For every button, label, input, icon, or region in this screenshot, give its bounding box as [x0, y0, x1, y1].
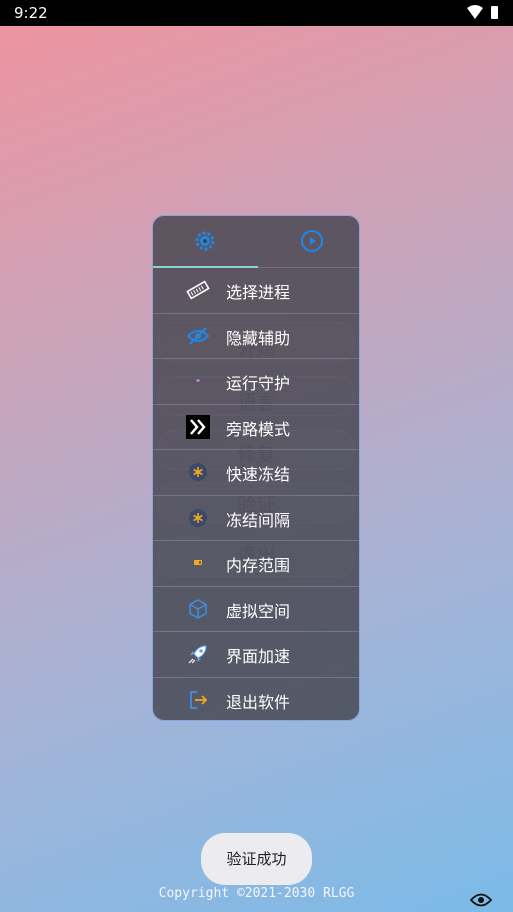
menu-item-freeze-interval[interactable]: 冻结间隔 — [153, 496, 359, 541]
copyright-text: Copyright ©2021-2030 RLGG — [158, 886, 355, 901]
wifi-icon — [467, 5, 483, 19]
menu-item-bypass-mode[interactable]: 旁路模式 — [153, 405, 359, 450]
menu-item-quick-freeze[interactable]: 快速冻结 — [153, 450, 359, 496]
eye-off-icon — [186, 326, 210, 345]
cube-icon — [189, 598, 207, 619]
menu-item-label: 内存范围 — [226, 556, 291, 575]
menu-item-label: 界面加速 — [226, 647, 291, 666]
floating-menu-panel: 选择进程 隐藏辅助 运行守护 旁路模式 快速冻结 冻结间隔 内存范围 虚拟空间 … — [152, 215, 360, 721]
menu-item-exit-app[interactable]: 退出软件 — [153, 678, 359, 721]
menu-item-hide-assist[interactable]: 隐藏辅助 — [153, 314, 359, 359]
menu-item-label: 运行守护 — [226, 374, 291, 393]
menu-item-label: 选择进程 — [226, 283, 291, 302]
shield-chip-icon — [195, 378, 201, 383]
status-bar: 9:22 — [0, 0, 513, 26]
memory-chip-icon — [186, 280, 210, 300]
menu-item-virtual-space[interactable]: 虚拟空间 — [153, 587, 359, 632]
status-time: 9:22 — [14, 4, 48, 22]
gear-icon[interactable] — [193, 229, 217, 253]
battery-icon — [491, 6, 498, 19]
snowflake-icon — [189, 508, 207, 527]
memory-range-icon — [194, 560, 202, 565]
menu-item-label: 旁路模式 — [226, 419, 291, 439]
snowflake-icon — [189, 463, 207, 481]
menu-item-label: 退出软件 — [226, 692, 291, 712]
double-chevron-icon — [186, 414, 210, 439]
play-circle-icon[interactable] — [300, 229, 324, 253]
menu-item-label: 快速冻结 — [226, 465, 291, 484]
menu-item-run-guard[interactable]: 运行守护 — [153, 359, 359, 405]
menu-tabs — [153, 216, 359, 268]
menu-item-memory-range[interactable]: 内存范围 — [153, 541, 359, 587]
toast-message: 验证成功 — [201, 833, 312, 885]
eye-icon[interactable] — [470, 892, 492, 908]
menu-item-label: 隐藏辅助 — [226, 328, 291, 348]
menu-item-ui-accelerate[interactable]: 界面加速 — [153, 632, 359, 678]
menu-item-select-process[interactable]: 选择进程 — [153, 268, 359, 314]
menu-item-label: 冻结间隔 — [226, 510, 291, 530]
menu-item-label: 虚拟空间 — [226, 601, 291, 621]
rocket-icon — [188, 645, 207, 664]
exit-icon — [190, 690, 208, 709]
